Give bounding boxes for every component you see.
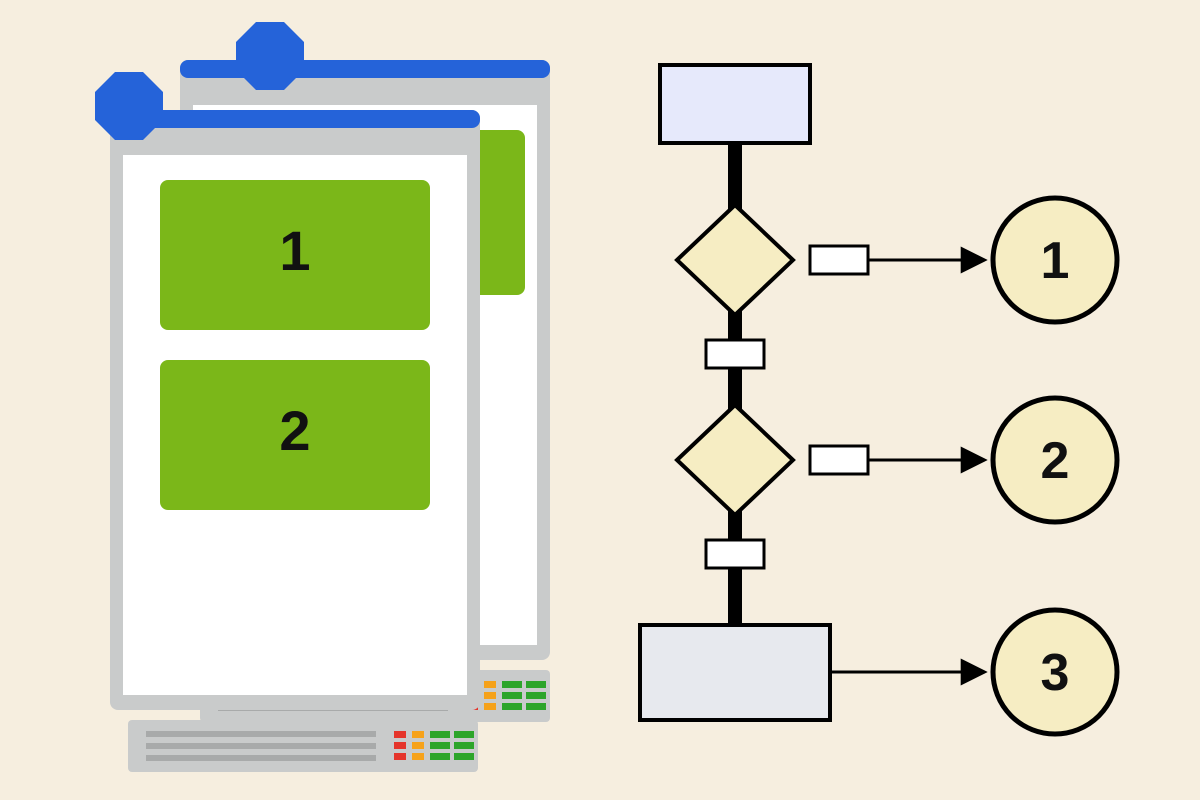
flow-decision-1	[677, 205, 793, 315]
card-label-2: 2	[279, 399, 310, 462]
server-front	[128, 720, 478, 772]
card-label-1: 1	[279, 219, 310, 282]
flow-circle-label-1: 1	[1041, 232, 1070, 290]
flow-process-box	[640, 625, 830, 720]
flow-result-1: 1	[993, 198, 1117, 322]
flow-circle-label-3: 3	[1041, 644, 1070, 702]
diagram-canvas: 1 2	[0, 0, 1200, 800]
flow-result-3: 3	[993, 610, 1117, 734]
flow-start-box	[660, 65, 810, 143]
front-card-2: 2	[160, 360, 430, 510]
window-front: 1 2	[95, 72, 480, 710]
flow-label-box-1	[810, 246, 868, 274]
flow-label-box-1b	[706, 340, 764, 368]
flow-result-2: 2	[993, 398, 1117, 522]
flow-decision-2	[677, 405, 793, 515]
flowchart: 1 2 3	[640, 65, 1117, 734]
flow-label-box-2b	[706, 540, 764, 568]
flow-circle-label-2: 2	[1041, 432, 1070, 490]
flow-label-box-2	[810, 446, 868, 474]
front-card-1: 1	[160, 180, 430, 330]
